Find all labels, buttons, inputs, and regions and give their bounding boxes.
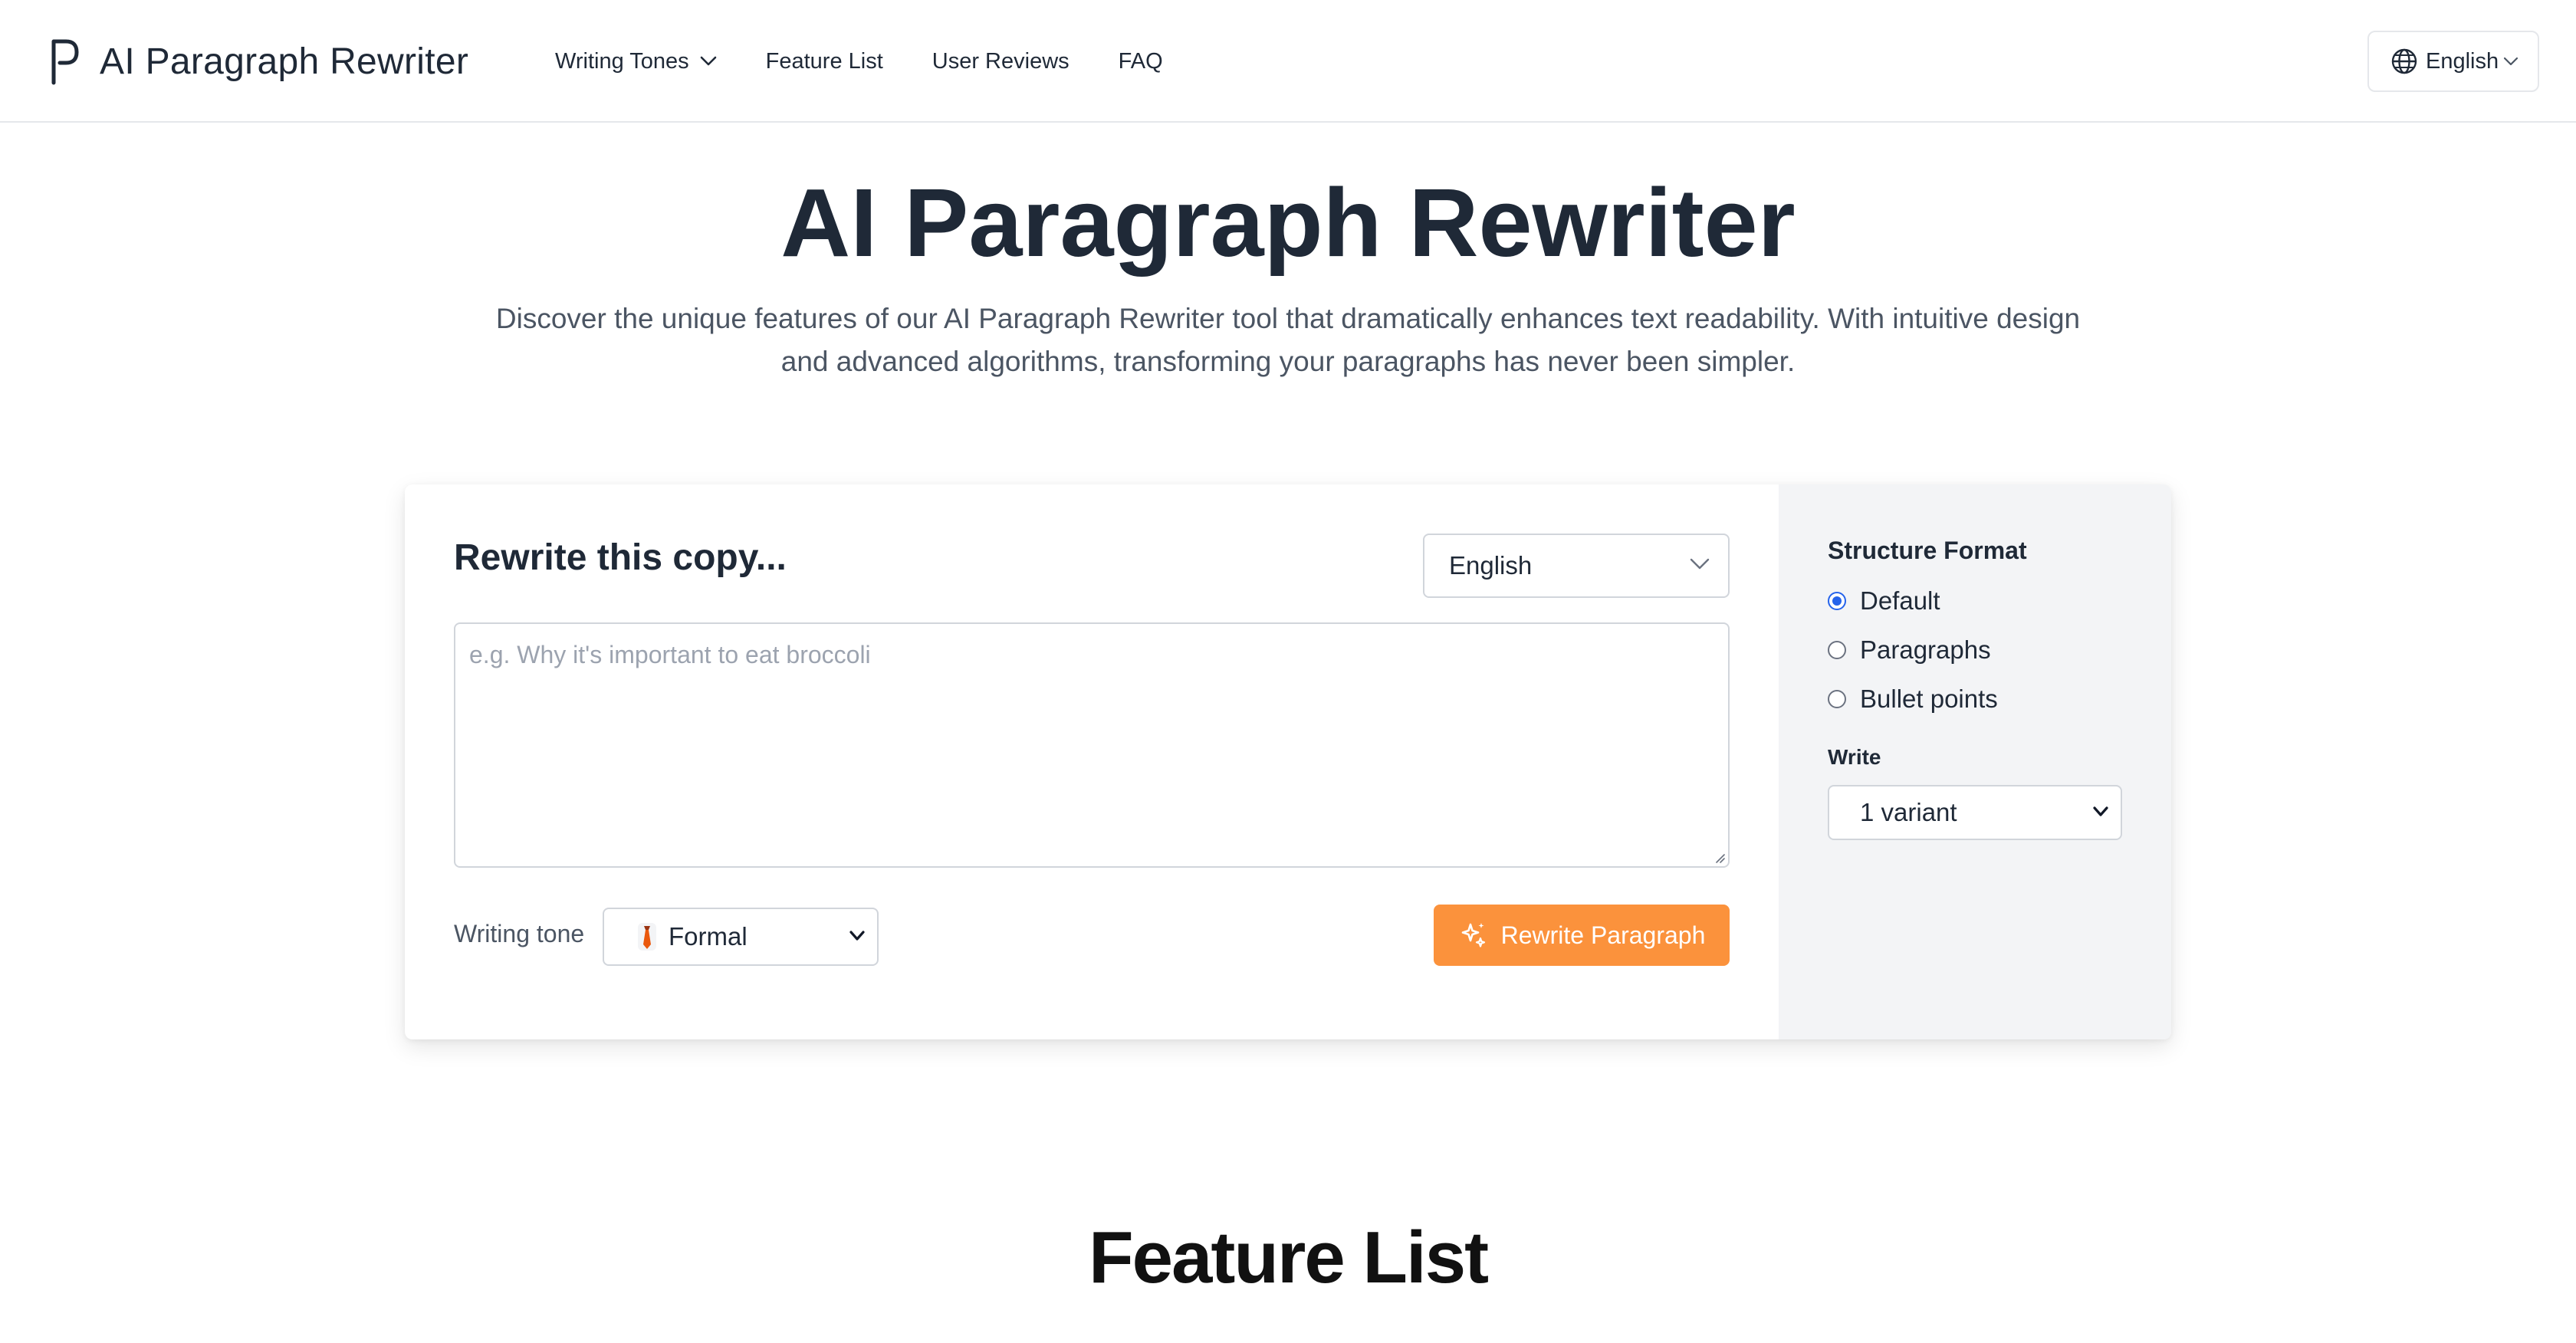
nav-faq[interactable]: FAQ <box>1119 49 1163 74</box>
writing-tone-select[interactable]: Formal <box>603 908 879 966</box>
language-switcher[interactable]: English <box>2367 31 2539 92</box>
nav-writing-tones-label: Writing Tones <box>555 48 689 74</box>
structure-option-label: Default <box>1860 586 1940 615</box>
chevron-down-icon <box>700 56 716 66</box>
structure-option-paragraphs[interactable]: Paragraphs <box>1828 633 1991 667</box>
radio-button[interactable] <box>1828 641 1846 659</box>
rewrite-paragraph-label: Rewrite Paragraph <box>1500 921 1706 949</box>
site-header: AI Paragraph Rewriter Writing Tones Feat… <box>0 0 2576 123</box>
output-language-value: English <box>1449 551 1533 580</box>
chevron-down-icon <box>2093 806 2108 816</box>
page-title: AI Paragraph Rewriter <box>780 169 1796 277</box>
main-nav: Writing Tones Feature List User Reviews … <box>555 44 1212 78</box>
globe-icon <box>2391 48 2417 74</box>
nav-user-reviews[interactable]: User Reviews <box>932 49 1070 74</box>
resize-handle-icon[interactable] <box>1714 852 1725 863</box>
write-label: Write <box>1828 745 1881 769</box>
writing-tone-label: Writing tone <box>454 920 585 947</box>
rewriter-main-panel: Rewrite this copy... English Writing ton… <box>405 484 1779 1039</box>
structure-option-bullet-points[interactable]: Bullet points <box>1828 682 1998 716</box>
nav-writing-tones[interactable]: Writing Tones <box>555 49 717 74</box>
rewriter-heading: Rewrite this copy... <box>454 537 787 578</box>
variant-count-select[interactable]: 1 variant <box>1828 785 2122 840</box>
radio-button-checked[interactable] <box>1828 592 1846 610</box>
language-switcher-label: English <box>2426 48 2499 74</box>
nav-feature-list[interactable]: Feature List <box>766 49 883 74</box>
necktie-icon <box>638 923 656 951</box>
chevron-down-icon <box>2504 57 2518 66</box>
feature-list-heading: Feature List <box>1088 1217 1489 1299</box>
page-description: Discover the unique features of our AI P… <box>495 303 2081 377</box>
brand[interactable]: AI Paragraph Rewriter <box>49 35 468 87</box>
structure-format-heading: Structure Format <box>1828 537 2027 564</box>
rewrite-paragraph-button[interactable]: Rewrite Paragraph <box>1434 905 1730 966</box>
structure-option-default[interactable]: Default <box>1828 584 1940 618</box>
structure-option-label: Paragraphs <box>1860 635 1991 664</box>
brand-logo-icon <box>51 39 79 86</box>
chevron-down-icon <box>1690 558 1710 570</box>
output-language-select[interactable]: English <box>1423 534 1730 598</box>
structure-option-label: Bullet points <box>1860 685 1998 713</box>
options-panel: Structure Format Default Paragraphs Bull… <box>1779 484 2171 1039</box>
writing-tone-value: Formal <box>669 922 748 951</box>
variant-count-value: 1 variant <box>1860 798 1957 826</box>
chevron-down-icon <box>849 931 865 941</box>
paragraph-input[interactable] <box>454 622 1730 868</box>
brand-name: AI Paragraph Rewriter <box>100 41 469 82</box>
sparkles-icon <box>1461 923 1485 947</box>
radio-button[interactable] <box>1828 690 1846 708</box>
rewriter-card: Rewrite this copy... English Writing ton… <box>405 484 2171 1039</box>
